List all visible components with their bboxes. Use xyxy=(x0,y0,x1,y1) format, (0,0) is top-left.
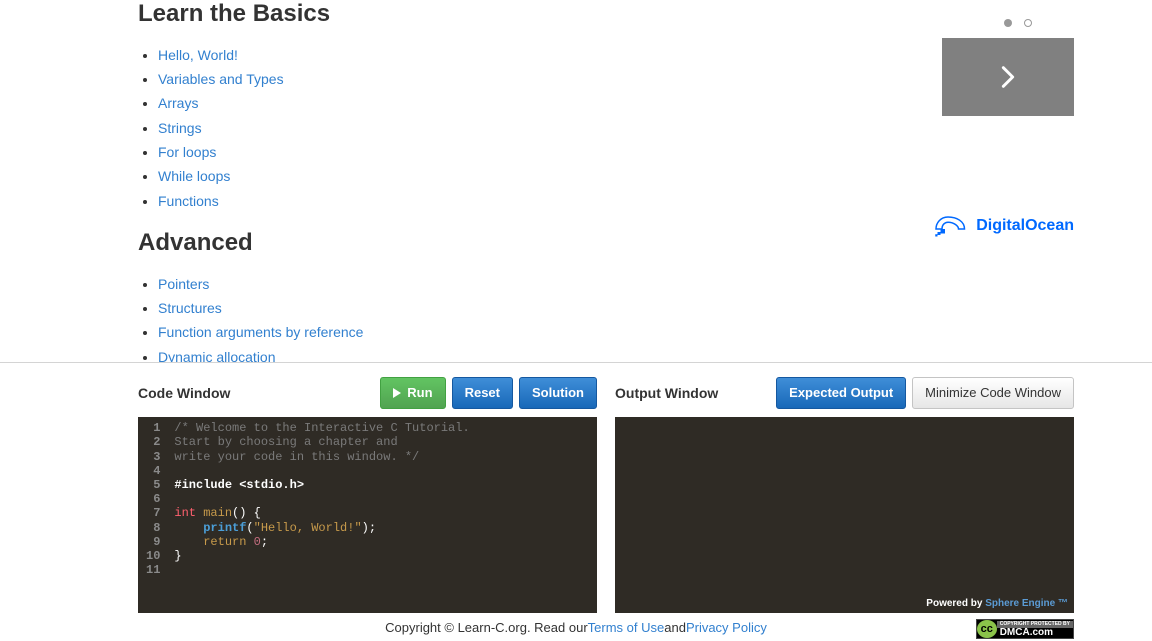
list-item: Functions xyxy=(158,191,598,211)
list-item: While loops xyxy=(158,166,598,186)
lesson-link[interactable]: Hello, World! xyxy=(158,47,238,63)
lesson-link[interactable]: Structures xyxy=(158,300,222,316)
play-icon xyxy=(393,388,401,398)
solution-button[interactable]: Solution xyxy=(519,377,597,409)
carousel-dot-inactive[interactable] xyxy=(1024,19,1032,27)
lesson-link[interactable]: Pointers xyxy=(158,276,209,292)
list-item: Variables and Types xyxy=(158,69,598,89)
list-item: Strings xyxy=(158,118,598,138)
lesson-link[interactable]: For loops xyxy=(158,144,216,160)
advanced-list: Pointers Structures Function arguments by … xyxy=(138,274,598,362)
code-editor[interactable]: 1234567891011 /* Welcome to the Interact… xyxy=(138,417,597,613)
reset-button[interactable]: Reset xyxy=(452,377,513,409)
line-gutter: 1234567891011 xyxy=(138,417,166,613)
lesson-link[interactable]: Dynamic allocation xyxy=(158,349,276,362)
powered-by: Powered by Sphere Engine ™ xyxy=(926,598,1068,609)
list-item: Structures xyxy=(158,298,598,318)
lesson-link[interactable]: Variables and Types xyxy=(158,71,284,87)
lesson-link[interactable]: Strings xyxy=(158,120,202,136)
lesson-link[interactable]: While loops xyxy=(158,168,230,184)
output-button-row: Expected Output Minimize Code Window xyxy=(776,377,1074,409)
carousel-dots xyxy=(942,14,1074,30)
lesson-link[interactable]: Arrays xyxy=(158,95,198,111)
digitalocean-icon xyxy=(930,214,966,238)
minimize-button[interactable]: Minimize Code Window xyxy=(912,377,1074,409)
carousel xyxy=(942,14,1074,116)
list-item: Hello, World! xyxy=(158,45,598,65)
section-title-basics: Learn the Basics xyxy=(138,0,598,29)
code-button-row: Run Reset Solution xyxy=(380,377,597,409)
sponsor-link[interactable]: DigitalOcean xyxy=(930,214,1074,238)
carousel-next-button[interactable] xyxy=(942,38,1074,116)
chevron-right-icon xyxy=(994,63,1022,91)
terms-link[interactable]: Terms of Use xyxy=(588,620,665,635)
code-window-title: Code Window xyxy=(138,385,230,401)
lesson-link[interactable]: Function arguments by reference xyxy=(158,324,363,340)
list-item: For loops xyxy=(158,142,598,162)
section-title-advanced: Advanced xyxy=(138,229,598,258)
carousel-dot-active[interactable] xyxy=(1004,19,1012,27)
list-item: Dynamic allocation xyxy=(158,347,598,362)
run-button[interactable]: Run xyxy=(380,377,445,409)
list-item: Function arguments by reference xyxy=(158,322,598,342)
privacy-link[interactable]: Privacy Policy xyxy=(686,620,767,635)
code-pane: Code Window Run Reset Solution 123456789… xyxy=(138,377,597,613)
lessons-column: Learn the Basics Hello, World! Variables … xyxy=(138,0,598,362)
code-text: /* Welcome to the Interactive C Tutorial… xyxy=(166,417,477,613)
output-window-title: Output Window xyxy=(615,385,718,401)
output-pane: Output Window Expected Output Minimize C… xyxy=(615,377,1074,613)
basics-list: Hello, World! Variables and Types Arrays St… xyxy=(138,45,598,211)
list-item: Arrays xyxy=(158,93,598,113)
output-area: Powered by Sphere Engine ™ xyxy=(615,417,1074,613)
dmca-cc-icon: cc xyxy=(977,620,997,638)
expected-output-button[interactable]: Expected Output xyxy=(776,377,906,409)
sponsor-name: DigitalOcean xyxy=(976,217,1074,235)
lesson-link[interactable]: Functions xyxy=(158,193,219,209)
editor-panel: Code Window Run Reset Solution 123456789… xyxy=(0,362,1152,613)
sphere-engine-link[interactable]: Sphere Engine ™ xyxy=(985,598,1068,609)
list-item: Pointers xyxy=(158,274,598,294)
dmca-badge[interactable]: cc COPYRIGHT PROTECTED BY DMCA.com xyxy=(976,619,1074,639)
copyright-text: Copyright © Learn-C.org. Read our xyxy=(385,620,588,635)
